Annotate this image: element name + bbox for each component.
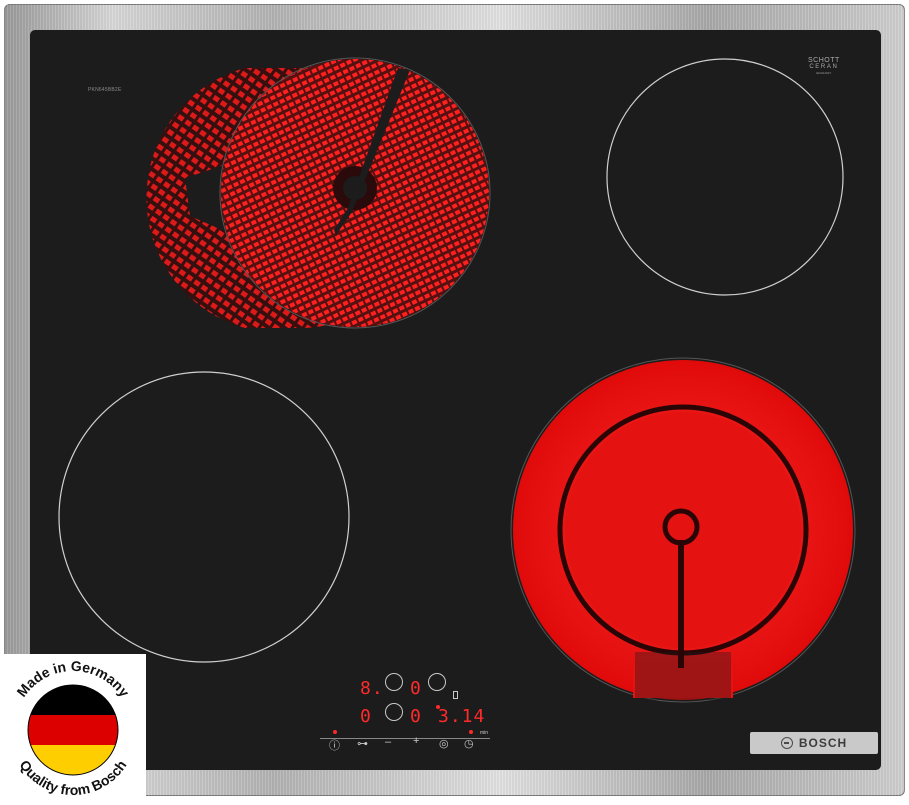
badge-graphic: Made in Germany Quality from Bosch — [13, 658, 132, 798]
timer-button[interactable]: ◷ — [464, 737, 474, 750]
top-right-zone — [606, 58, 844, 296]
made-in-germany-badge: Made in Germany Quality from Bosch — [0, 654, 146, 800]
display-zone-1: 8. — [360, 678, 384, 699]
brand-plate: BOSCH — [750, 732, 878, 754]
model-number: PKN645BB2E — [88, 87, 122, 93]
zone-select-button[interactable]: ◎ — [439, 737, 449, 750]
ceramic-glass-top: PKN645BB2E SCHOTT CERAN ECOLOGY 8. 0 0 0… — [30, 30, 881, 770]
zone-select-ring-2[interactable] — [428, 673, 446, 691]
power-led — [333, 730, 337, 734]
bosch-logo-icon — [780, 737, 793, 749]
plus-button[interactable]: + — [413, 735, 419, 747]
bottom-left-zone — [58, 371, 350, 663]
display-zone-4: 0 — [410, 706, 422, 727]
ceran-line2: CERAN — [809, 64, 839, 70]
timer-led — [469, 730, 473, 734]
bottom-right-zone-dual — [510, 357, 856, 703]
top-left-zone-main — [221, 59, 489, 327]
brand-name: BOSCH — [798, 736, 848, 750]
zone-select-ring-3[interactable] — [385, 703, 403, 721]
residual-heat-icon — [453, 691, 458, 699]
power-button[interactable]: ⓘ — [329, 737, 340, 753]
ceran-logo: SCHOTT CERAN ECOLOGY — [808, 57, 840, 75]
minus-button[interactable]: – — [385, 736, 391, 748]
ceran-line3: ECOLOGY — [816, 71, 832, 75]
cooking-zones — [58, 57, 856, 703]
ceran-line1: SCHOTT — [808, 57, 840, 64]
timer-unit: min — [480, 730, 489, 736]
timer-display: 3.14 — [438, 706, 486, 727]
display-zone-3: 0 — [360, 706, 372, 727]
german-flag-icon — [28, 685, 118, 775]
child-lock-button[interactable]: ⊶ — [357, 737, 368, 750]
display-zone-2: 0 — [410, 678, 422, 699]
zone-select-ring-1[interactable] — [385, 673, 403, 691]
